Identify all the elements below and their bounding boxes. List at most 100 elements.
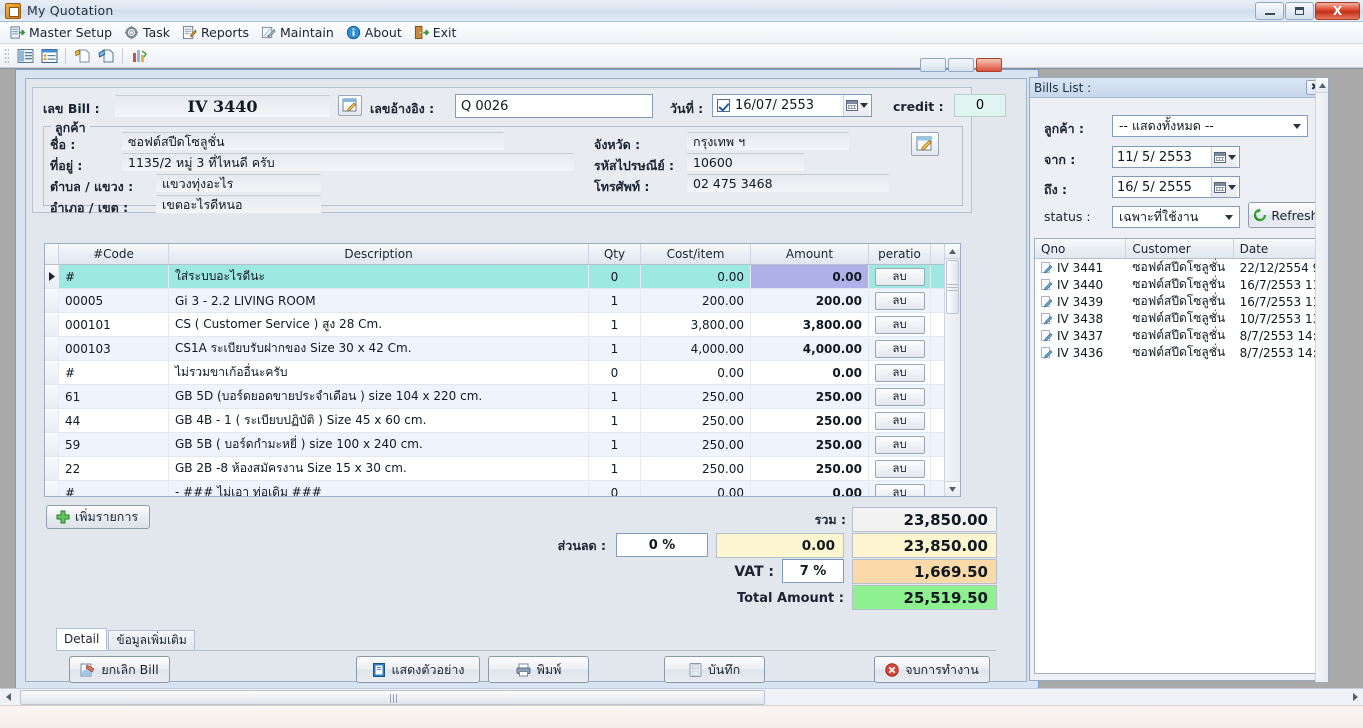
cell-code[interactable]: 22 — [59, 457, 169, 480]
cell-cost[interactable]: 250.00 — [641, 409, 751, 432]
hscroll-thumb[interactable] — [20, 689, 765, 705]
list-item[interactable]: IV 3438 ซอฟต์สปีดโซลูชั่น 10/7/2553 13:3 — [1035, 310, 1324, 327]
cell-code[interactable]: 44 — [59, 409, 169, 432]
tab-more-info[interactable]: ข้อมูลเพิ่มเติม — [108, 630, 195, 650]
cell-code[interactable]: 59 — [59, 433, 169, 456]
line-items-grid[interactable]: #Code Description Qty Cost/item Amount p… — [44, 243, 961, 497]
cell-qty[interactable]: 0 — [589, 265, 641, 288]
cell-amount[interactable]: 0.00 — [751, 481, 869, 496]
toolbar-copy-button[interactable] — [71, 46, 93, 66]
cell-amount[interactable]: 0.00 — [751, 361, 869, 384]
bills-list-grid[interactable]: Qno Customer Date IV 3441 ซอฟต์สปีดโซลูชั… — [1034, 238, 1325, 674]
date-enabled-checkbox[interactable] — [717, 99, 730, 112]
table-row[interactable]: 61 GB 5D (บอร์ดยอดขายประจำเดือน ) size 10… — [45, 385, 960, 409]
delete-row-button[interactable]: ลบ — [874, 315, 925, 334]
grid-header-amount[interactable]: Amount — [751, 244, 869, 264]
hscroll-left-button[interactable] — [0, 690, 16, 705]
cell-qty[interactable]: 1 — [589, 313, 641, 336]
delete-row-button[interactable]: ลบ — [874, 435, 925, 454]
grid-header-cost[interactable]: Cost/item — [641, 244, 751, 264]
grid-header-description[interactable]: Description — [169, 244, 589, 264]
bill-qno-cell[interactable]: IV 3438 — [1035, 312, 1126, 326]
cell-qty[interactable]: 1 — [589, 337, 641, 360]
menu-item-maintain[interactable]: Maintain — [257, 23, 342, 43]
grid-header-operation[interactable]: peratio — [869, 244, 931, 264]
bill-date-cell[interactable]: 16/7/2553 11:5 — [1234, 278, 1324, 292]
delete-row-button[interactable]: ลบ — [874, 291, 925, 310]
grid-vertical-scrollbar[interactable] — [944, 244, 960, 496]
close-button[interactable]: X — [1315, 1, 1360, 20]
table-row[interactable]: # ไม่รวมขาเก้ออื่นะครับ 0 0.00 0.00 ลบ — [45, 361, 960, 385]
bill-date-picker[interactable]: 16/07/ 2553 — [712, 94, 872, 117]
print-button[interactable]: พิมพ์ — [488, 656, 589, 683]
cell-qty[interactable]: 1 — [589, 457, 641, 480]
grid-scroll-thumb[interactable] — [946, 260, 959, 314]
menu-item-master-setup[interactable]: Master Setup — [6, 23, 120, 43]
add-item-button[interactable]: เพิ่มรายการ — [46, 505, 150, 529]
table-row[interactable]: 22 GB 2B -8 ห้องสมัครงาน Size 15 x 30 cm.… — [45, 457, 960, 481]
cell-code[interactable]: 000101 — [59, 313, 169, 336]
cell-amount[interactable]: 3,800.00 — [751, 313, 869, 336]
child-minimize-button[interactable] — [920, 58, 946, 72]
bill-qno-cell[interactable]: IV 3439 — [1035, 295, 1126, 309]
cell-amount[interactable]: 250.00 — [751, 385, 869, 408]
delete-row-button[interactable]: ลบ — [874, 339, 925, 358]
dock-from-date-picker[interactable]: 11/ 5/ 2553 — [1112, 146, 1240, 168]
cell-amount[interactable]: 250.00 — [751, 433, 869, 456]
bills-header-customer[interactable]: Customer — [1126, 239, 1234, 258]
cell-desc[interactable]: GB 5B ( บอร์ดกำมะหยี่ ) size 100 x 240 c… — [169, 433, 589, 456]
toolbar-detail-view-button[interactable] — [38, 46, 60, 66]
grid-header-code[interactable]: #Code — [59, 244, 169, 264]
list-item[interactable]: IV 3437 ซอฟต์สปีดโซลูชั่น 8/7/2553 14:04 — [1035, 327, 1324, 344]
menu-item-task[interactable]: Task — [120, 23, 178, 43]
list-item[interactable]: IV 3440 ซอฟต์สปีดโซลูชั่น 16/7/2553 11:5 — [1035, 276, 1324, 293]
menu-item-reports[interactable]: Reports — [178, 23, 257, 43]
cell-amount[interactable]: 4,000.00 — [751, 337, 869, 360]
bill-date-cell[interactable]: 16/7/2553 11:3 — [1234, 295, 1324, 309]
cell-desc[interactable]: - ### ไม่เอา ท่อเดิม ### — [169, 481, 589, 496]
dock-scroll-up-button[interactable] — [1316, 78, 1328, 93]
cell-code[interactable]: 00005 — [59, 289, 169, 312]
delete-row-button[interactable]: ลบ — [874, 459, 925, 478]
delete-row-button[interactable]: ลบ — [874, 363, 925, 382]
bill-date-cell[interactable]: 10/7/2553 13:3 — [1234, 312, 1324, 326]
bill-qno-cell[interactable]: IV 3437 — [1035, 329, 1126, 343]
cell-cost[interactable]: 0.00 — [641, 265, 751, 288]
menu-item-about[interactable]: About — [342, 23, 410, 43]
cell-code[interactable]: 000103 — [59, 337, 169, 360]
cell-desc[interactable]: GB 4B - 1 ( ระเบียบปฏิบัติ ) Size 45 x 6… — [169, 409, 589, 432]
cell-desc[interactable]: CS ( Customer Service ) สูง 28 Cm. — [169, 313, 589, 336]
cell-desc[interactable]: Gi 3 - 2.2 LIVING ROOM — [169, 289, 589, 312]
cell-code[interactable]: 61 — [59, 385, 169, 408]
list-item[interactable]: IV 3439 ซอฟต์สปีดโซลูชั่น 16/7/2553 11:3 — [1035, 293, 1324, 310]
toolbar-new-button[interactable] — [95, 46, 117, 66]
child-close-button[interactable] — [976, 58, 1002, 72]
bill-customer-cell[interactable]: ซอฟต์สปีดโซลูชั่น — [1126, 343, 1233, 362]
bill-qno-cell[interactable]: IV 3440 — [1035, 278, 1126, 292]
cell-code[interactable]: # — [59, 361, 169, 384]
refresh-button[interactable]: Refresh — [1248, 202, 1324, 228]
list-item[interactable]: IV 3441 ซอฟต์สปีดโซลูชั่น 22/12/2554 9:5 — [1035, 259, 1324, 276]
table-row[interactable]: # - ### ไม่เอา ท่อเดิม ### 0 0.00 0.00 ลบ — [45, 481, 960, 496]
bill-qno-cell[interactable]: IV 3436 — [1035, 346, 1126, 360]
grid-scroll-up-button[interactable] — [945, 244, 960, 259]
table-row[interactable]: 44 GB 4B - 1 ( ระเบียบปฏิบัติ ) Size 45 x… — [45, 409, 960, 433]
cancel-bill-button[interactable]: ยกเลิก Bill — [69, 656, 170, 683]
cell-cost[interactable]: 0.00 — [641, 361, 751, 384]
bill-date-cell[interactable]: 8/7/2553 14:04 — [1234, 329, 1324, 343]
cell-cost[interactable]: 250.00 — [641, 457, 751, 480]
list-item[interactable]: IV 3436 ซอฟต์สปีดโซลูชั่น 8/7/2553 14:00 — [1035, 344, 1324, 361]
cell-amount[interactable]: 250.00 — [751, 409, 869, 432]
cell-cost[interactable]: 0.00 — [641, 481, 751, 496]
bill-edit-button[interactable] — [338, 95, 362, 116]
toolbar-chart-button[interactable] — [128, 46, 150, 66]
grid-header-qty[interactable]: Qty — [589, 244, 641, 264]
grid-scroll-down-button[interactable] — [945, 481, 960, 496]
cell-qty[interactable]: 0 — [589, 361, 641, 384]
bills-header-date[interactable]: Date — [1234, 239, 1324, 258]
cell-qty[interactable]: 1 — [589, 409, 641, 432]
save-button[interactable]: บันทึก — [664, 656, 765, 683]
bill-date-cell[interactable]: 22/12/2554 9:5 — [1234, 261, 1324, 275]
cell-desc[interactable]: GB 5D (บอร์ดยอดขายประจำเดือน ) size 104 … — [169, 385, 589, 408]
discount-percent-input[interactable]: 0 % — [616, 533, 708, 557]
